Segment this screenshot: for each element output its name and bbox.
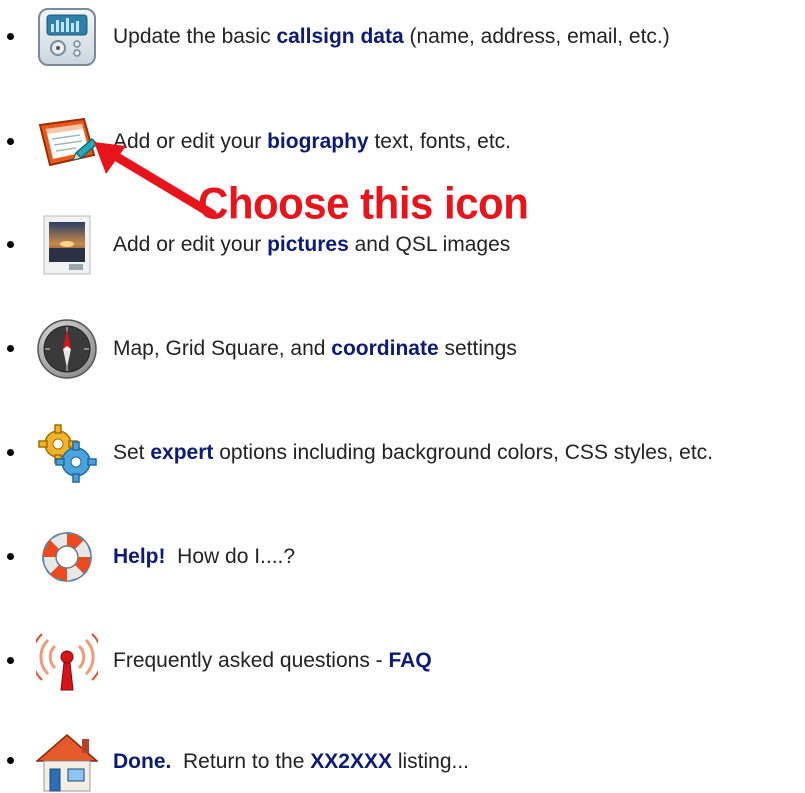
expert-link[interactable]: Set expert options including background … (113, 440, 713, 466)
coordinate-link[interactable]: Map, Grid Square, and coordinate setting… (113, 336, 517, 362)
item-text-pre: Map, Grid Square, and (113, 337, 332, 360)
item-text-post: Return to the (171, 750, 311, 773)
menu-item-coordinate: Map, Grid Square, and coordinate setting… (0, 314, 805, 384)
faq-link[interactable]: Frequently asked questions - FAQ (113, 648, 432, 674)
item-text-bold: FAQ (388, 649, 432, 672)
compass-icon[interactable] (36, 318, 98, 380)
item-text-post: settings (438, 337, 517, 360)
item-text-pre: Update the basic (113, 25, 277, 48)
bullet (7, 241, 14, 248)
home-icon[interactable] (36, 731, 98, 793)
menu-item-help: Help! How do I....? (0, 522, 805, 592)
item-text-post: and QSL images (348, 233, 511, 256)
item-text-pre: Set (113, 441, 151, 464)
item-text-post: options including background colors, CSS… (213, 441, 713, 464)
item-text-pre: Frequently asked questions - (113, 649, 389, 672)
item-text-post: (name, address, email, etc.) (403, 25, 670, 48)
bullet (7, 33, 14, 40)
done-link[interactable]: Done. Return to the XX2XXX listing... (113, 749, 469, 775)
control-panel-icon[interactable] (36, 6, 98, 68)
bullet (7, 553, 14, 560)
item-text-post2: listing... (391, 750, 470, 773)
item-text-bold: expert (150, 441, 214, 464)
pictures-link[interactable]: Add or edit your pictures and QSL images (113, 232, 510, 258)
item-text-post: text, fonts, etc. (368, 130, 512, 153)
antenna-icon[interactable] (36, 630, 98, 692)
item-text-bold: coordinate (331, 337, 439, 360)
bullet (7, 757, 14, 764)
menu-item-done: Done. Return to the XX2XXX listing... (0, 713, 805, 792)
bullet (7, 657, 14, 664)
bullet (7, 138, 14, 145)
help-link[interactable]: Help! How do I....? (113, 544, 295, 570)
menu-item-pictures: Add or edit your pictures and QSL images (0, 210, 805, 280)
item-text-post: How do I....? (165, 545, 296, 568)
item-text-bold: pictures (267, 233, 349, 256)
item-text-bold: callsign data (276, 25, 404, 48)
bullet (7, 345, 14, 352)
callsign-bold: XX2XXX (310, 750, 392, 773)
menu-item-faq: Frequently asked questions - FAQ (0, 626, 805, 696)
bullet (7, 449, 14, 456)
item-text-bold: Help! (113, 545, 166, 568)
item-text-pre: Add or edit your (113, 233, 268, 256)
lifebuoy-icon[interactable] (36, 526, 98, 588)
menu-item-callsign-data: Update the basic callsign data (name, ad… (0, 2, 805, 72)
gears-icon[interactable] (36, 422, 98, 484)
item-text-bold: biography (267, 130, 369, 153)
callsign-data-link[interactable]: Update the basic callsign data (name, ad… (113, 24, 670, 50)
edit-document-icon[interactable] (36, 111, 98, 173)
item-text-bold: Done. (113, 750, 172, 773)
menu-item-expert: Set expert options including background … (0, 418, 805, 488)
picture-icon[interactable] (36, 214, 98, 276)
